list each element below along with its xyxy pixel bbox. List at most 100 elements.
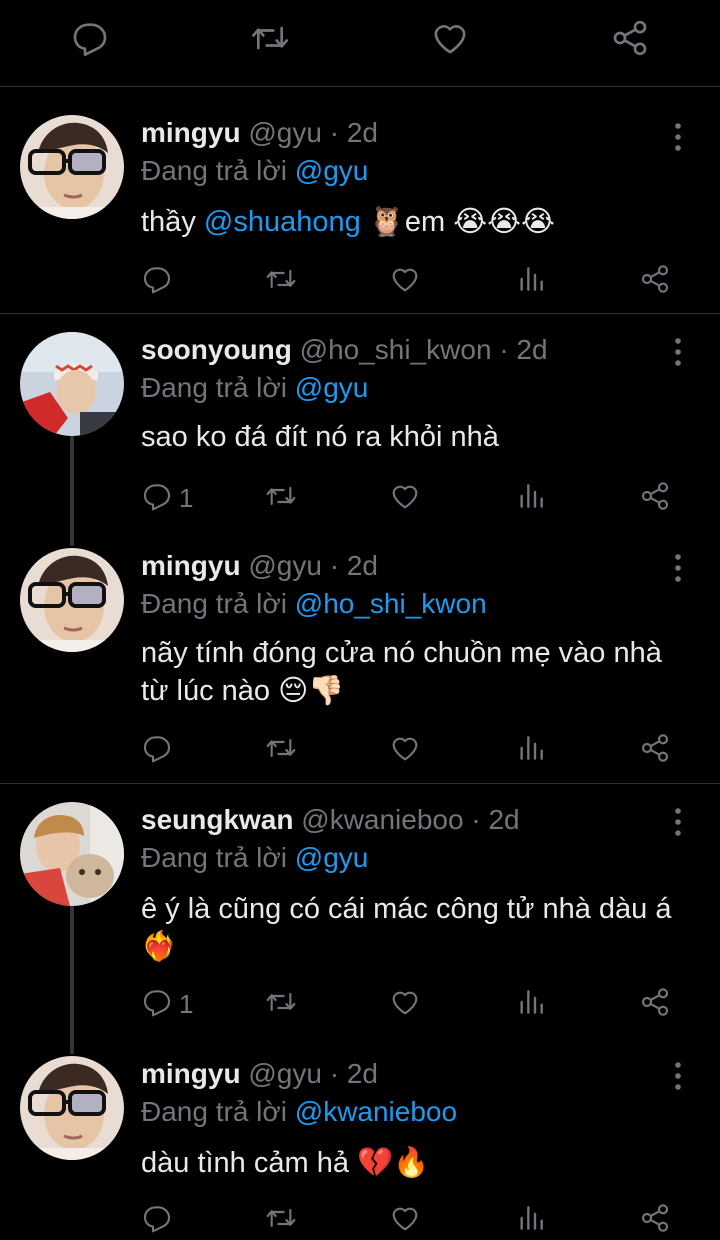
timestamp[interactable]: 2d (347, 550, 378, 581)
top-action-bar (0, 0, 720, 86)
like-button[interactable] (389, 261, 421, 301)
views-button[interactable] (515, 478, 547, 518)
timestamp[interactable]: 2d (488, 804, 519, 835)
tweet-header: mingyu @gyu · 2d (141, 115, 378, 151)
display-name[interactable]: mingyu (141, 117, 241, 148)
retweet-button[interactable] (265, 984, 297, 1024)
user-handle[interactable]: @gyu (248, 117, 322, 148)
user-handle[interactable]: @kwanieboo (301, 804, 463, 835)
tweet-text: ê ý là cũng có cái mác công tử nhà dàu á… (141, 893, 672, 963)
retweet-button[interactable] (265, 261, 297, 301)
analytics-icon (515, 986, 547, 1023)
share-button[interactable] (639, 261, 671, 301)
share-button[interactable] (639, 730, 671, 770)
more-icon[interactable] (666, 552, 690, 584)
reply-icon (141, 732, 173, 769)
heart-icon (389, 732, 421, 769)
replying-to: Đang trả lời @ho_shi_kwon (141, 586, 487, 622)
share-icon (639, 732, 671, 769)
reply-button[interactable] (141, 730, 179, 770)
tweet[interactable]: mingyu @gyu · 2d Đang trả lời @gyu thầy … (0, 87, 720, 313)
avatar[interactable] (20, 1056, 124, 1160)
share-button[interactable] (639, 478, 671, 518)
heart-icon (389, 986, 421, 1023)
share-button[interactable] (639, 984, 671, 1024)
avatar[interactable] (20, 548, 124, 652)
analytics-icon (515, 1202, 547, 1239)
avatar[interactable] (20, 115, 124, 219)
retweet-button[interactable] (265, 730, 297, 770)
views-button[interactable] (515, 261, 547, 301)
like-button[interactable] (389, 984, 421, 1024)
retweet-button[interactable] (265, 1200, 297, 1240)
retweet-button[interactable] (265, 478, 297, 518)
reply-icon (141, 480, 173, 517)
avatar[interactable] (20, 802, 124, 906)
avatar[interactable] (20, 332, 124, 436)
tweet-mention[interactable]: @shuahong (204, 206, 361, 238)
replying-to-mention[interactable]: @kwanieboo (295, 1096, 457, 1127)
replying-to: Đang trả lời @gyu (141, 370, 368, 406)
views-button[interactable] (515, 730, 547, 770)
analytics-icon (515, 480, 547, 517)
reply-button[interactable] (141, 1200, 179, 1240)
replying-to-label: Đang trả lời (141, 588, 287, 619)
tweet[interactable]: mingyu @gyu · 2d Đang trả lời @kwanieboo… (0, 1038, 720, 1234)
replying-to-mention[interactable]: @ho_shi_kwon (295, 588, 487, 619)
reply-button[interactable] (141, 261, 179, 301)
tweet-actions (141, 261, 681, 301)
like-button[interactable] (389, 1200, 421, 1240)
more-icon[interactable] (666, 806, 690, 838)
more-icon[interactable] (666, 1060, 690, 1092)
more-icon[interactable] (666, 336, 690, 368)
views-button[interactable] (515, 984, 547, 1024)
display-name[interactable]: seungkwan (141, 804, 293, 835)
reply-icon (141, 1202, 173, 1239)
reply-button[interactable]: 1 (141, 984, 193, 1024)
timestamp[interactable]: 2d (516, 334, 547, 365)
timestamp[interactable]: 2d (347, 1058, 378, 1089)
display-name[interactable]: soonyoung (141, 334, 292, 365)
replying-to-mention[interactable]: @gyu (295, 842, 369, 873)
share-icon[interactable] (610, 18, 650, 58)
tweet[interactable]: mingyu @gyu · 2d Đang trả lời @ho_shi_kw… (0, 530, 720, 782)
replying-to-mention[interactable]: @gyu (295, 155, 369, 186)
user-handle[interactable]: @gyu (248, 550, 322, 581)
separator: · (471, 804, 481, 835)
retweet-icon[interactable] (250, 18, 290, 58)
replying-to-label: Đang trả lời (141, 1096, 287, 1127)
heart-icon[interactable] (430, 18, 470, 58)
views-button[interactable] (515, 1200, 547, 1240)
reply-icon[interactable] (70, 18, 110, 58)
tweet[interactable]: soonyoung @ho_shi_kwon · 2d Đang trả lời… (0, 314, 720, 530)
share-icon (639, 1202, 671, 1239)
share-button[interactable] (639, 1200, 671, 1240)
display-name[interactable]: mingyu (141, 550, 241, 581)
share-icon (639, 480, 671, 517)
tweet[interactable]: seungkwan @kwanieboo · 2d Đang trả lời @… (0, 784, 720, 1036)
retweet-icon (265, 263, 297, 300)
reply-button[interactable]: 1 (141, 478, 193, 518)
analytics-icon (515, 732, 547, 769)
user-handle[interactable]: @gyu (248, 1058, 322, 1089)
tweet-text-start: thầy (141, 206, 196, 238)
retweet-icon (265, 732, 297, 769)
tweet-actions: 1 (141, 478, 681, 518)
timestamp[interactable]: 2d (347, 117, 378, 148)
display-name[interactable]: mingyu (141, 1058, 241, 1089)
replying-to-mention[interactable]: @gyu (295, 372, 369, 403)
replying-to-label: Đang trả lời (141, 155, 287, 186)
tweet-header: seungkwan @kwanieboo · 2d (141, 802, 520, 838)
tweet-text: sao ko đá đít nó ra khỏi nhà (141, 421, 499, 453)
tweet-header: soonyoung @ho_shi_kwon · 2d (141, 332, 548, 368)
like-button[interactable] (389, 478, 421, 518)
tweet-actions (141, 730, 681, 770)
retweet-icon (265, 986, 297, 1023)
replying-to: Đang trả lời @kwanieboo (141, 1094, 457, 1130)
more-icon[interactable] (666, 121, 690, 153)
tweet-actions (141, 1200, 681, 1240)
tweet-actions: 1 (141, 984, 681, 1024)
user-handle[interactable]: @ho_shi_kwon (300, 334, 492, 365)
tweet-text: dàu tình cảm hả 💔🔥 (141, 1147, 430, 1179)
like-button[interactable] (389, 730, 421, 770)
